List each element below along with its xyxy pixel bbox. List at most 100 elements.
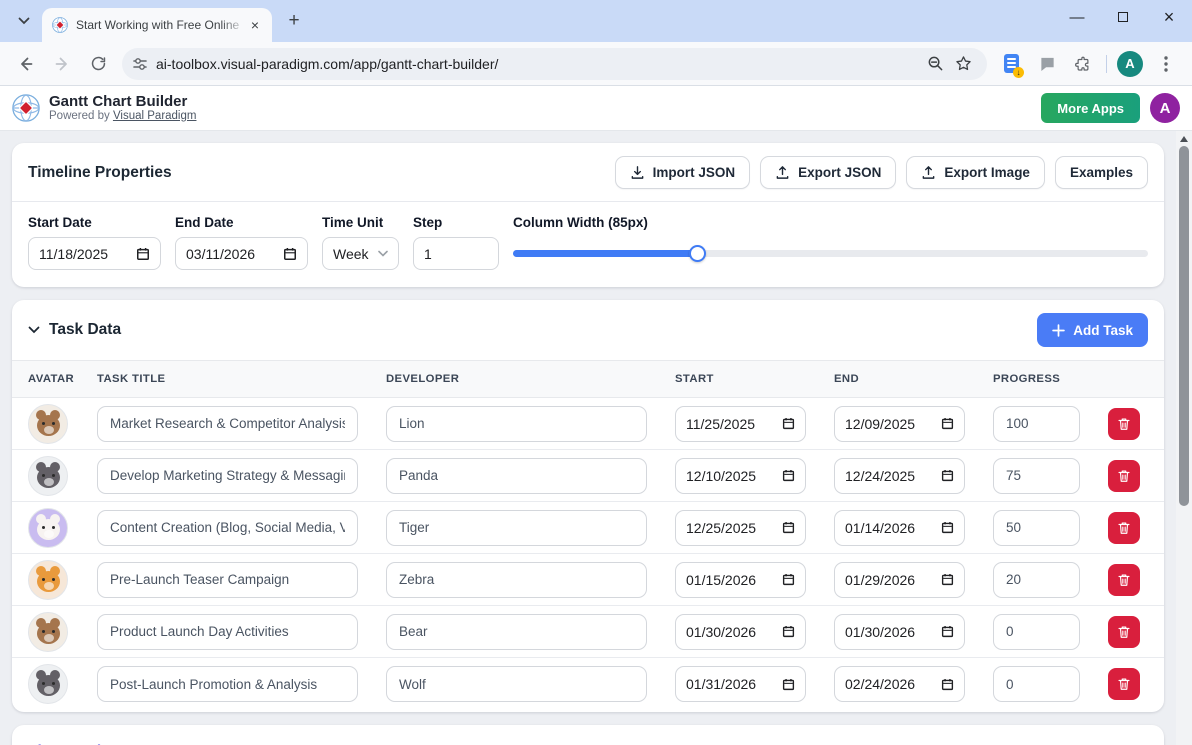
column-width-slider[interactable] [513,237,1148,270]
end-date-input[interactable]: 02/24/2026 [834,666,965,702]
delete-task-button[interactable] [1108,460,1140,492]
avatar-wolf [28,456,68,496]
step-input[interactable]: 1 [413,237,499,270]
time-unit-select[interactable]: Week [322,237,399,270]
column-header-end: END [834,373,965,385]
developer-input[interactable] [386,614,647,650]
browser-tab[interactable]: Start Working with Free Online × [42,8,272,42]
end-date-input[interactable]: 03/11/2026 [175,237,308,270]
new-tab-button[interactable]: + [280,7,308,35]
extensions-button[interactable] [1068,49,1098,79]
task-title-input[interactable] [97,666,358,702]
more-apps-button[interactable]: More Apps [1041,93,1140,123]
export-image-button[interactable]: Export Image [906,156,1045,189]
slider-fill [513,250,697,257]
browser-profile-button[interactable]: A [1115,49,1145,79]
developer-input[interactable] [386,510,647,546]
progress-input[interactable] [993,562,1080,598]
url-bar[interactable]: ai-toolbox.visual-paradigm.com/app/gantt… [122,48,987,80]
export-json-button[interactable]: Export JSON [760,156,896,189]
visual-paradigm-link[interactable]: Visual Paradigm [113,110,197,122]
avatar-bear [28,612,68,652]
task-data-head: Task Data Add Task [12,300,1164,360]
avatar-rabbit [28,508,68,548]
progress-input[interactable] [993,406,1080,442]
developer-input[interactable] [386,458,647,494]
comment-button[interactable] [1032,49,1062,79]
browser-menu-button[interactable] [1151,49,1181,79]
table-row: 12/10/2025 12/24/2025 [12,450,1164,502]
tab-close-icon[interactable]: × [246,16,264,34]
slider-thumb[interactable] [689,245,706,262]
start-date-input[interactable]: 01/30/2026 [675,614,806,650]
start-date-input[interactable]: 01/15/2026 [675,562,806,598]
table-row: 01/15/2026 01/29/2026 [12,554,1164,606]
page-scrollbar[interactable] [1176,131,1192,745]
progress-input[interactable] [993,614,1080,650]
calendar-icon [941,417,954,430]
trash-icon [1117,521,1131,535]
progress-input[interactable] [993,458,1080,494]
slider-track[interactable] [513,250,1148,257]
zoom-out-button[interactable] [921,50,949,78]
trash-icon [1117,625,1131,639]
task-title-input[interactable] [97,562,358,598]
bookmark-star-button[interactable] [949,50,977,78]
scroll-up-arrow-icon[interactable] [1180,136,1188,142]
examples-button[interactable]: Examples [1055,156,1148,189]
tab-title: Start Working with Free Online [76,18,246,32]
page-content: Timeline Properties Import JSON Export J… [0,131,1192,745]
start-date-input[interactable]: 11/25/2025 [675,406,806,442]
task-title-input[interactable] [97,406,358,442]
timeline-title: Timeline Properties [28,164,172,182]
task-title-input[interactable] [97,458,358,494]
forward-button[interactable] [46,48,78,80]
reload-button[interactable] [82,48,114,80]
profile-avatar: A [1117,51,1143,77]
site-settings-icon[interactable] [132,56,148,72]
docs-offline-button[interactable]: ↓ [996,49,1026,79]
progress-input[interactable] [993,510,1080,546]
user-avatar[interactable]: A [1150,93,1180,123]
start-date-input[interactable]: 12/10/2025 [675,458,806,494]
column-header-avatar: AVATAR [28,373,69,385]
close-icon[interactable]: × [1146,0,1192,34]
table-row: 11/25/2025 12/09/2025 [12,398,1164,450]
upload-icon [775,165,790,180]
delete-task-button[interactable] [1108,668,1140,700]
time-unit-label: Time Unit [322,215,399,230]
progress-input[interactable] [993,666,1080,702]
task-title-input[interactable] [97,614,358,650]
delete-task-button[interactable] [1108,512,1140,544]
scrollbar-thumb[interactable] [1179,146,1189,506]
developer-input[interactable] [386,562,647,598]
add-task-button[interactable]: Add Task [1037,313,1148,347]
url-text[interactable]: ai-toolbox.visual-paradigm.com/app/gantt… [156,56,921,72]
delete-task-button[interactable] [1108,564,1140,596]
end-date-input[interactable]: 01/14/2026 [834,510,965,546]
back-button[interactable] [10,48,42,80]
developer-input[interactable] [386,666,647,702]
task-data-collapse[interactable]: Task Data [28,321,121,339]
calendar-icon [941,678,954,691]
end-date-input[interactable]: 01/30/2026 [834,614,965,650]
trash-icon [1117,573,1131,587]
task-title-input[interactable] [97,510,358,546]
maximize-icon[interactable] [1100,0,1146,34]
end-date-input[interactable]: 12/09/2025 [834,406,965,442]
delete-task-button[interactable] [1108,408,1140,440]
trash-icon [1117,417,1131,431]
table-header-row: AVATAR TASK TITLE DEVELOPER START END PR… [12,360,1164,398]
end-date-input[interactable]: 12/24/2025 [834,458,965,494]
import-json-button[interactable]: Import JSON [615,156,751,189]
task-data-card: Task Data Add Task AVATAR TASK TITLE DEV… [12,300,1164,712]
developer-input[interactable] [386,406,647,442]
start-date-input[interactable]: 01/31/2026 [675,666,806,702]
end-date-input[interactable]: 01/29/2026 [834,562,965,598]
tab-search-button[interactable] [10,7,38,35]
delete-task-button[interactable] [1108,616,1140,648]
start-date-input[interactable]: 11/18/2025 [28,237,161,270]
minimize-icon[interactable]: — [1054,0,1100,34]
task-data-title: Task Data [49,321,121,339]
start-date-input[interactable]: 12/25/2025 [675,510,806,546]
